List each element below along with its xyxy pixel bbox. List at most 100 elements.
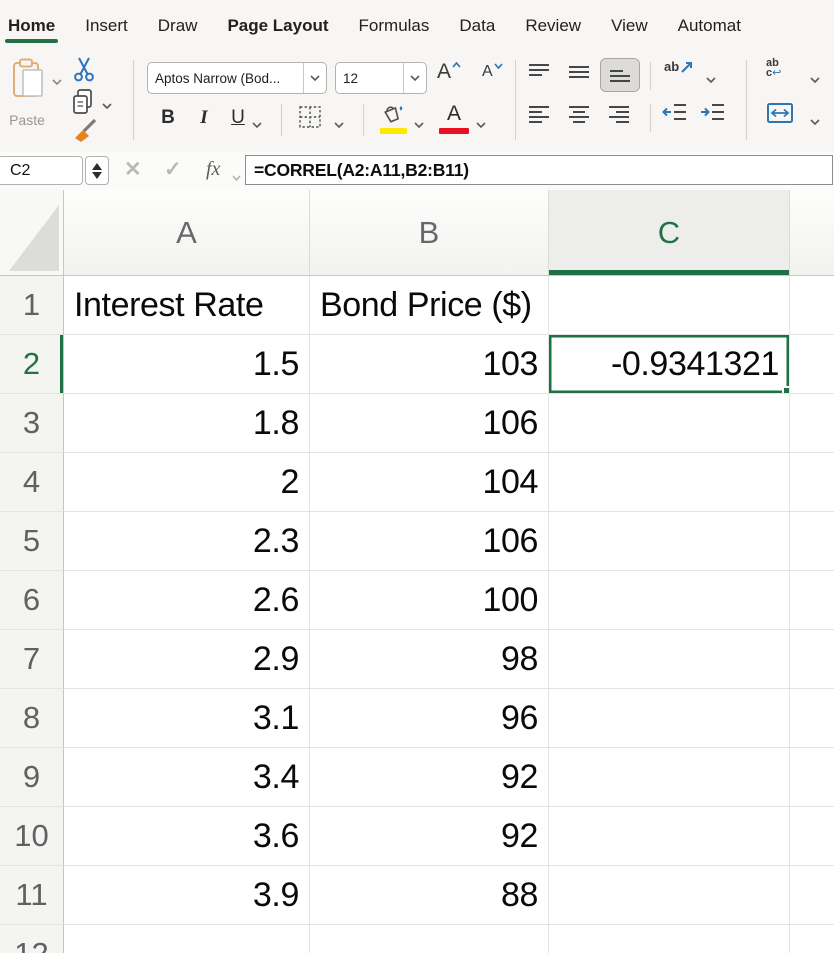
paste-dropdown-chevron[interactable] [52, 72, 62, 90]
cell-d4[interactable] [790, 453, 834, 512]
font-name-select[interactable]: Aptos Narrow (Bod... [147, 62, 327, 94]
cell-d9[interactable] [790, 748, 834, 807]
tab-data[interactable]: Data [459, 0, 495, 52]
cell-c1[interactable] [549, 276, 790, 335]
font-color-dropdown-chevron[interactable] [476, 115, 486, 133]
fx-dropdown-chevron[interactable] [232, 168, 241, 186]
tab-draw[interactable]: Draw [158, 0, 198, 52]
cell-a9[interactable]: 3.4 [64, 748, 310, 807]
tab-home[interactable]: Home [8, 0, 55, 52]
cell-d11[interactable] [790, 866, 834, 925]
paste-button[interactable] [12, 58, 46, 105]
italic-button[interactable]: I [192, 104, 216, 132]
borders-button[interactable] [298, 105, 322, 134]
cell-c5[interactable] [549, 512, 790, 571]
cell-d7[interactable] [790, 630, 834, 689]
font-color-button[interactable]: A [440, 102, 468, 126]
cell-b9[interactable]: 92 [310, 748, 549, 807]
cell-b3[interactable]: 106 [310, 394, 549, 453]
cell-a11[interactable]: 3.9 [64, 866, 310, 925]
cell-a1[interactable]: Interest Rate [64, 276, 310, 335]
tab-review[interactable]: Review [525, 0, 581, 52]
tab-page-layout[interactable]: Page Layout [227, 0, 328, 52]
row-header-6[interactable]: 6 [0, 571, 64, 630]
tab-view[interactable]: View [611, 0, 648, 52]
cell-d5[interactable] [790, 512, 834, 571]
cell-c10[interactable] [549, 807, 790, 866]
cell-b8[interactable]: 96 [310, 689, 549, 748]
cell-a12[interactable] [64, 925, 310, 953]
align-middle-button[interactable] [560, 58, 598, 90]
cell-a10[interactable]: 3.6 [64, 807, 310, 866]
cell-d6[interactable] [790, 571, 834, 630]
column-header-b[interactable]: B [310, 190, 549, 276]
underline-button[interactable]: U [226, 104, 250, 132]
decrease-font-size-button[interactable]: A [482, 63, 503, 81]
cell-a2[interactable]: 1.5 [64, 335, 310, 394]
tab-formulas[interactable]: Formulas [359, 0, 430, 52]
cell-a3[interactable]: 1.8 [64, 394, 310, 453]
confirm-button[interactable]: ✓ [164, 157, 182, 182]
name-box-stepper[interactable] [85, 156, 109, 185]
cell-b4[interactable]: 104 [310, 453, 549, 512]
row-header-1[interactable]: 1 [0, 276, 64, 335]
copy-dropdown-chevron[interactable] [102, 96, 112, 114]
row-header-5[interactable]: 5 [0, 512, 64, 571]
cell-b5[interactable]: 106 [310, 512, 549, 571]
cell-d3[interactable] [790, 394, 834, 453]
cell-a4[interactable]: 2 [64, 453, 310, 512]
fill-color-button[interactable] [379, 102, 407, 131]
column-header-a[interactable]: A [64, 190, 310, 276]
tab-automate[interactable]: Automat [678, 0, 741, 52]
cut-button[interactable] [72, 56, 96, 87]
cell-c6[interactable] [549, 571, 790, 630]
decrease-indent-button[interactable] [662, 102, 688, 127]
underline-dropdown-chevron[interactable] [252, 115, 262, 133]
cell-d8[interactable] [790, 689, 834, 748]
row-header-3[interactable]: 3 [0, 394, 64, 453]
cell-c8[interactable] [549, 689, 790, 748]
row-header-10[interactable]: 10 [0, 807, 64, 866]
cell-d2[interactable] [790, 335, 834, 394]
cell-b12[interactable] [310, 925, 549, 953]
cell-c4[interactable] [549, 453, 790, 512]
cell-a6[interactable]: 2.6 [64, 571, 310, 630]
cell-a8[interactable]: 3.1 [64, 689, 310, 748]
cell-b11[interactable]: 88 [310, 866, 549, 925]
row-header-4[interactable]: 4 [0, 453, 64, 512]
tab-insert[interactable]: Insert [85, 0, 128, 52]
merge-center-button[interactable] [766, 102, 794, 129]
increase-font-size-button[interactable]: A [437, 60, 461, 84]
increase-indent-button[interactable] [700, 102, 726, 127]
bold-button[interactable]: B [156, 104, 180, 132]
column-header-c[interactable]: C [549, 190, 790, 276]
cell-c11[interactable] [549, 866, 790, 925]
orientation-dropdown-chevron[interactable] [706, 70, 716, 88]
cell-b6[interactable]: 100 [310, 571, 549, 630]
align-right-button[interactable] [600, 100, 638, 132]
cancel-button[interactable]: ✕ [124, 157, 142, 182]
formula-input[interactable]: =CORREL(A2:A11,B2:B11) [245, 155, 833, 185]
insert-function-button[interactable]: fx [206, 158, 220, 181]
cell-d12[interactable] [790, 925, 834, 953]
align-center-button[interactable] [560, 100, 598, 132]
cell-b7[interactable]: 98 [310, 630, 549, 689]
row-header-2[interactable]: 2 [0, 335, 64, 394]
fill-color-dropdown-chevron[interactable] [414, 115, 424, 133]
row-header-12[interactable]: 12 [0, 925, 64, 953]
row-header-8[interactable]: 8 [0, 689, 64, 748]
cell-b10[interactable]: 92 [310, 807, 549, 866]
wrap-text-button[interactable]: ab c↩ [766, 58, 781, 78]
row-header-7[interactable]: 7 [0, 630, 64, 689]
cell-c9[interactable] [549, 748, 790, 807]
cell-c3[interactable] [549, 394, 790, 453]
cell-a7[interactable]: 2.9 [64, 630, 310, 689]
cell-b2[interactable]: 103 [310, 335, 549, 394]
orientation-button[interactable]: ab [664, 60, 694, 74]
fill-handle[interactable] [782, 386, 790, 394]
merge-dropdown-chevron[interactable] [810, 112, 820, 130]
cell-c2-selected[interactable]: -0.9341321 [549, 335, 790, 394]
name-box[interactable]: C2 [0, 156, 83, 185]
cell-c7[interactable] [549, 630, 790, 689]
column-header-d[interactable] [790, 190, 834, 276]
